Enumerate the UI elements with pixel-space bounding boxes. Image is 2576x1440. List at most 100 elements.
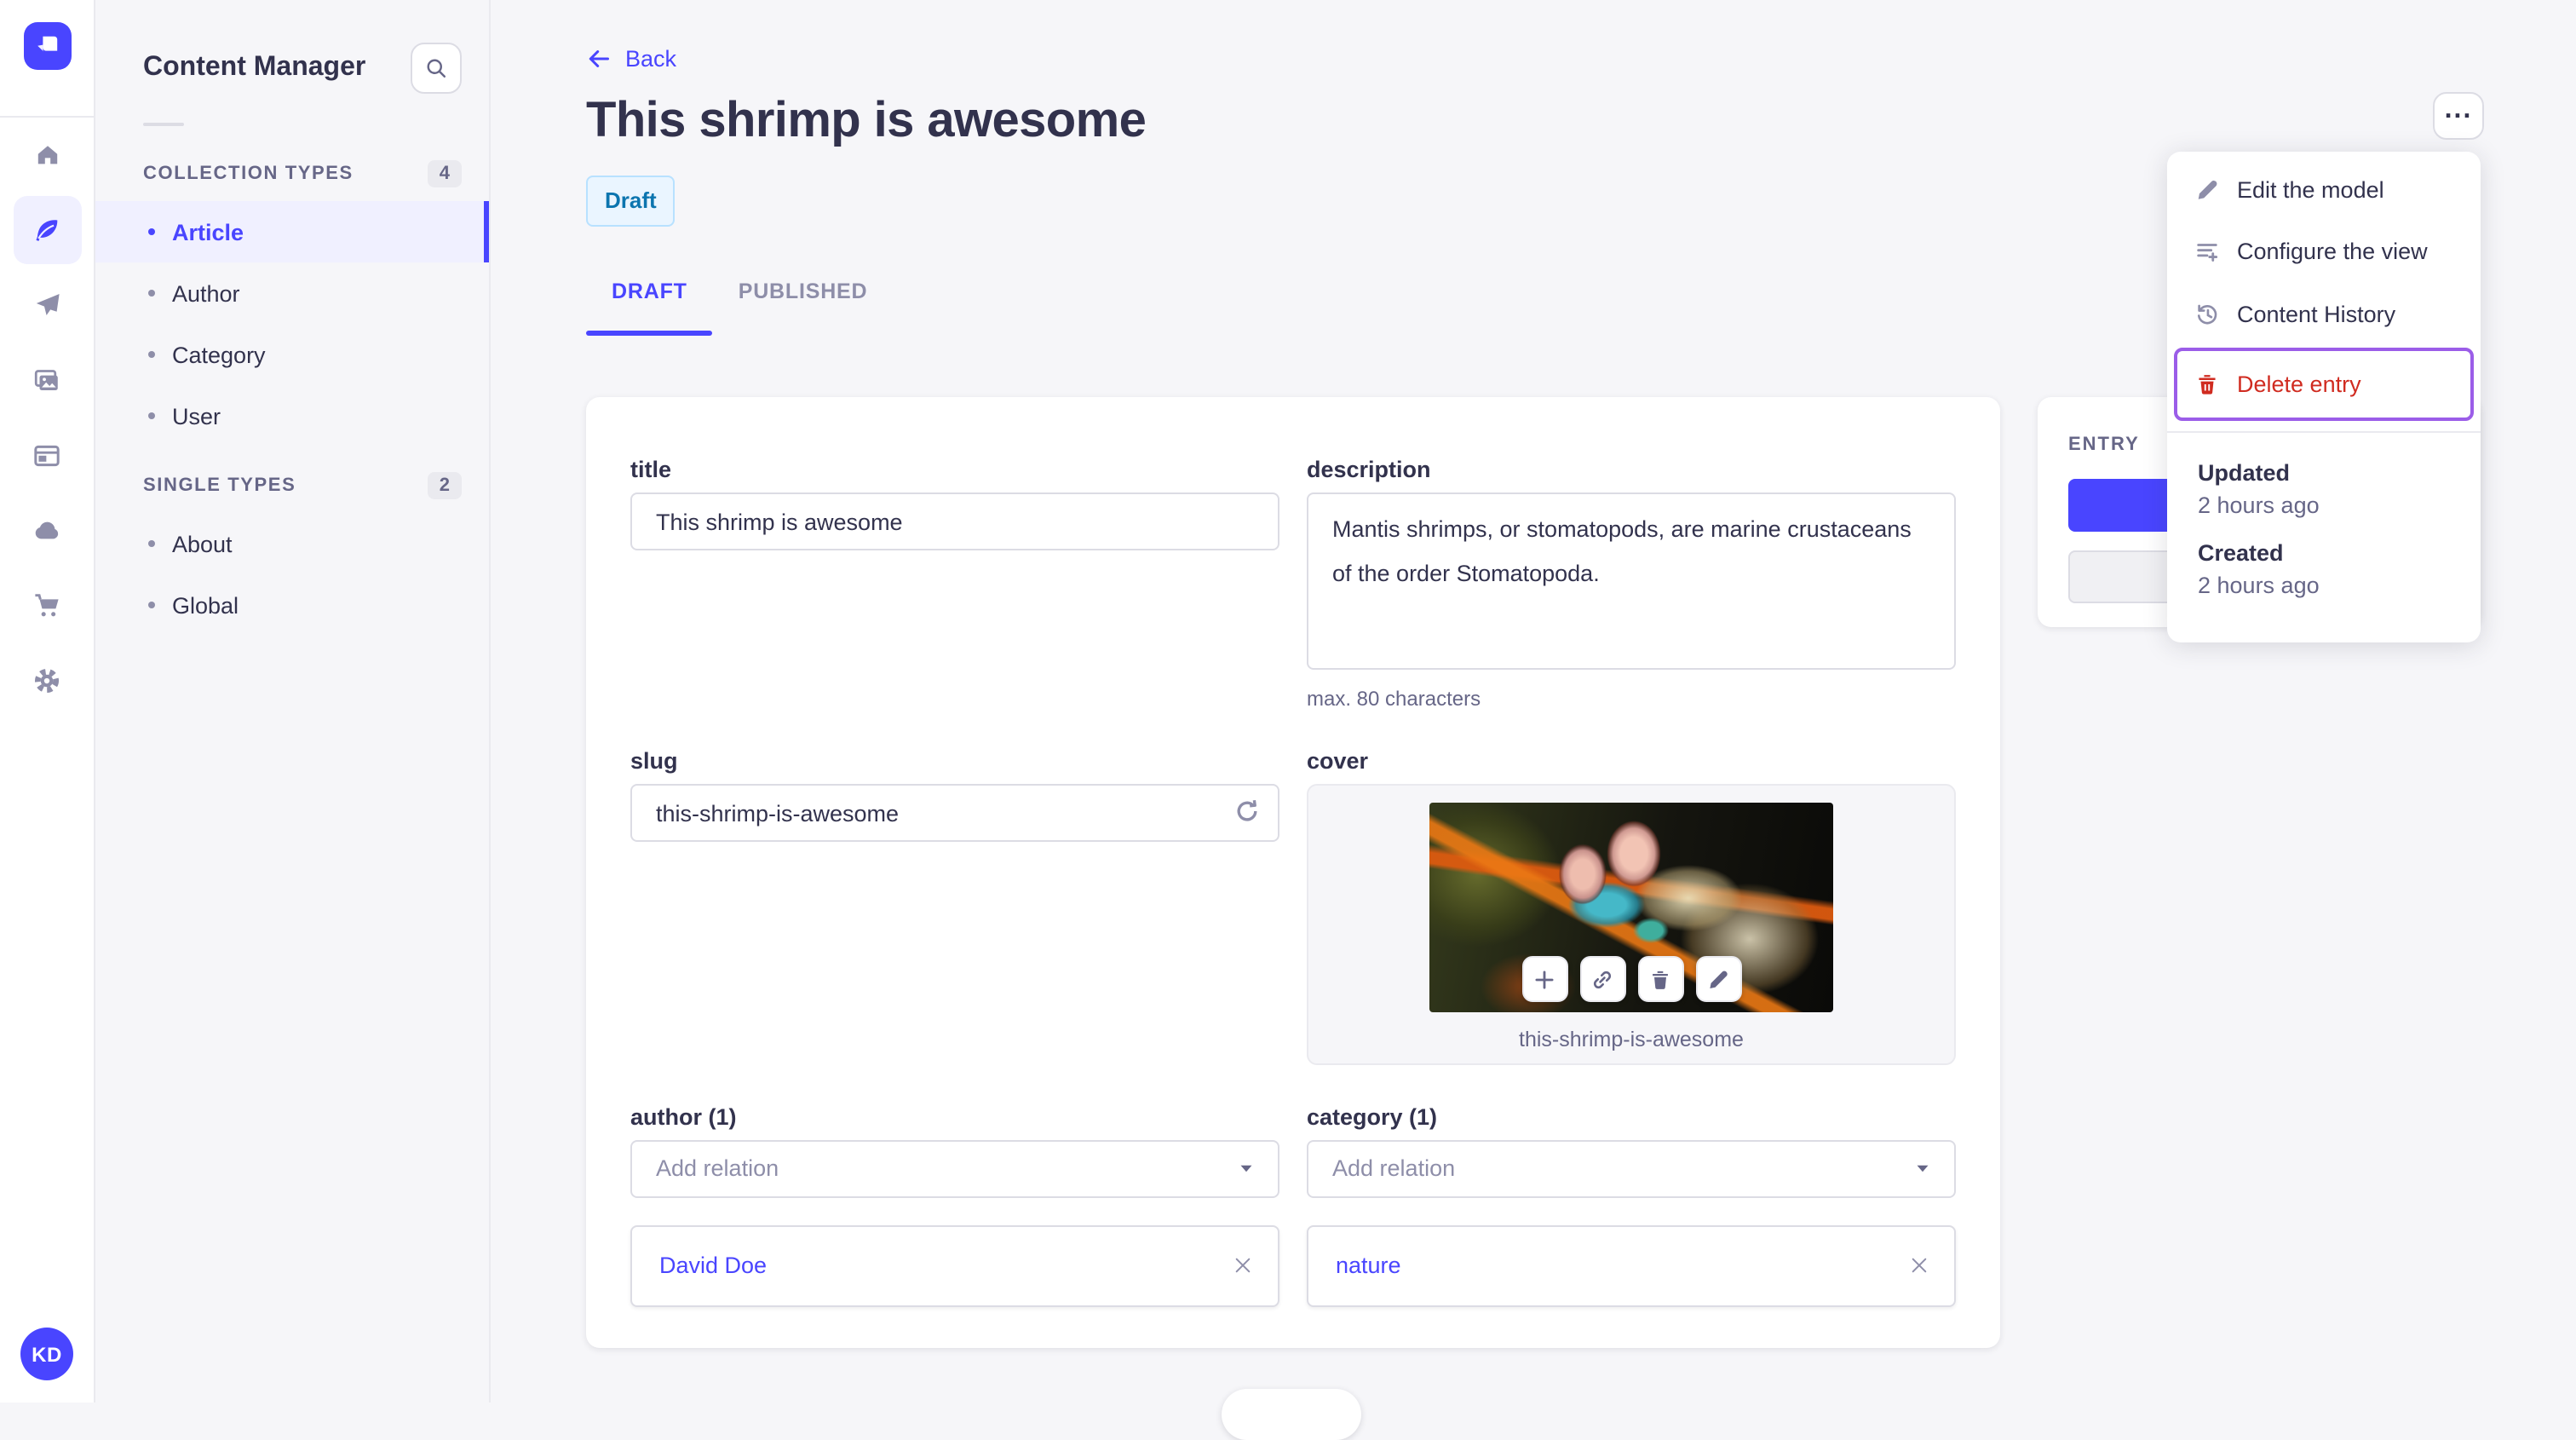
bottom-floating-pill[interactable] bbox=[1222, 1389, 1361, 1440]
bullet-icon bbox=[148, 228, 155, 235]
deploy-cloud-icon[interactable] bbox=[13, 496, 81, 564]
sidebar-item-author[interactable]: Author bbox=[95, 262, 489, 324]
cover-label: cover bbox=[1307, 748, 1369, 775]
sidebar-item-category[interactable]: Category bbox=[95, 324, 489, 385]
sidebar-item-about[interactable]: About bbox=[95, 513, 489, 574]
single-types-count-badge: 2 bbox=[427, 472, 462, 499]
author-label: author (1) bbox=[630, 1103, 737, 1130]
entry-timestamps: Updated 2 hours ago Created 2 hours ago bbox=[2167, 432, 2481, 642]
trash-icon bbox=[2194, 371, 2220, 396]
bullet-icon bbox=[148, 602, 155, 608]
sidebar-item-label: Author bbox=[172, 280, 240, 306]
content-type-builder-icon[interactable] bbox=[13, 421, 81, 489]
version-tabs: DRAFT PUBLISHED bbox=[586, 279, 893, 336]
bullet-icon bbox=[148, 540, 155, 547]
slug-label: slug bbox=[630, 748, 678, 775]
regenerate-icon bbox=[1237, 800, 1257, 822]
releases-plane-icon[interactable] bbox=[13, 271, 81, 339]
chevron-down-icon bbox=[1240, 1166, 1252, 1172]
sidebar-item-article[interactable]: Article bbox=[95, 201, 489, 262]
single-types-section: SINGLE TYPES 2 About Global bbox=[95, 470, 489, 636]
relation-link-nature[interactable]: nature bbox=[1336, 1253, 1401, 1278]
arrow-left-icon bbox=[589, 50, 609, 67]
cover-filename: this-shrimp-is-awesome bbox=[1519, 1028, 1744, 1052]
sidebar-item-label: About bbox=[172, 531, 233, 556]
description-label: description bbox=[1307, 457, 1431, 482]
sidebar-item-label: Global bbox=[172, 592, 239, 618]
sidebar-item-label: Article bbox=[172, 219, 244, 245]
list-plus-icon bbox=[2194, 239, 2220, 265]
more-actions-button[interactable]: ... bbox=[2433, 92, 2484, 140]
collection-types-count-badge: 4 bbox=[427, 160, 462, 187]
slug-input[interactable] bbox=[630, 784, 1279, 843]
menu-item-label: Content History bbox=[2237, 301, 2396, 327]
menu-item-delete-entry[interactable]: Delete entry bbox=[2177, 350, 2470, 417]
collection-types-section: COLLECTION TYPES 4 Article Author Catego… bbox=[95, 158, 489, 446]
more-actions-menu: Edit the model Configure the view Conten… bbox=[2167, 152, 2481, 642]
tab-draft[interactable]: DRAFT bbox=[586, 279, 714, 336]
search-icon bbox=[427, 59, 446, 78]
edit-asset-icon bbox=[1710, 971, 1728, 988]
delete-asset-icon bbox=[1653, 971, 1668, 989]
close-icon bbox=[1912, 1259, 1927, 1273]
content-manager-feather-icon[interactable] bbox=[13, 196, 81, 264]
updated-label: Updated bbox=[2198, 459, 2290, 485]
description-helper: max. 80 characters bbox=[1307, 687, 1481, 711]
description-textarea[interactable]: Mantis shrimps, or stomatopods, are mari… bbox=[1307, 492, 1956, 670]
remove-relation-button[interactable] bbox=[1908, 1254, 1930, 1276]
category-field: category (1) Add relation nature bbox=[1307, 1103, 1956, 1307]
add-asset-icon bbox=[1535, 971, 1554, 989]
copy-link-button[interactable] bbox=[1579, 956, 1625, 1003]
status-badge: Draft bbox=[586, 176, 676, 228]
media-library-icon[interactable] bbox=[13, 346, 81, 414]
menu-item-content-history[interactable]: Content History bbox=[2167, 283, 2481, 345]
single-types-label: SINGLE TYPES bbox=[143, 475, 296, 496]
collection-types-label: COLLECTION TYPES bbox=[143, 164, 354, 184]
marketplace-cart-icon[interactable] bbox=[13, 571, 81, 639]
back-label: Back bbox=[625, 46, 677, 72]
title-label: title bbox=[630, 457, 672, 482]
sidebar-item-global[interactable]: Global bbox=[95, 574, 489, 636]
category-label: category (1) bbox=[1307, 1103, 1438, 1130]
user-avatar[interactable]: KD bbox=[20, 1328, 73, 1380]
created-value: 2 hours ago bbox=[2198, 572, 2320, 597]
author-relation-select[interactable]: Add relation bbox=[630, 1139, 1279, 1198]
entry-form-card: title description Mantis shrimps, or sto… bbox=[586, 397, 2000, 1348]
cover-image[interactable] bbox=[1429, 803, 1833, 1013]
sidebar-item-label: Category bbox=[172, 342, 266, 367]
slug-field: slug bbox=[630, 749, 1279, 1067]
menu-item-configure-the-view[interactable]: Configure the view bbox=[2167, 221, 2481, 283]
edit-asset-button[interactable] bbox=[1695, 956, 1741, 1003]
strapi-logo[interactable] bbox=[23, 22, 71, 70]
bullet-icon bbox=[148, 290, 155, 297]
created-label: Created bbox=[2198, 539, 2284, 565]
bullet-icon bbox=[148, 351, 155, 358]
sidebar-item-user[interactable]: User bbox=[95, 385, 489, 446]
menu-item-label: Delete entry bbox=[2237, 371, 2361, 396]
search-button[interactable] bbox=[411, 43, 462, 94]
close-icon bbox=[1235, 1259, 1251, 1273]
tab-published[interactable]: PUBLISHED bbox=[713, 279, 894, 336]
title-field: title bbox=[630, 457, 1279, 711]
logo-container bbox=[0, 0, 94, 118]
cover-field: cover this-shrimp-is-awesome bbox=[1307, 749, 1956, 1067]
relation-link-david-doe[interactable]: David Doe bbox=[659, 1253, 767, 1278]
copy-link-icon bbox=[1593, 971, 1612, 988]
add-asset-button[interactable] bbox=[1521, 956, 1567, 1003]
updated-value: 2 hours ago bbox=[2198, 492, 2320, 517]
settings-gear-icon[interactable] bbox=[13, 646, 81, 714]
delete-asset-button[interactable] bbox=[1637, 956, 1683, 1003]
content-manager-subnav: Content Manager COLLECTION TYPES 4 Artic… bbox=[95, 0, 491, 1403]
cover-asset-box: this-shrimp-is-awesome bbox=[1307, 784, 1956, 1066]
category-relation-item: nature bbox=[1307, 1224, 1956, 1307]
title-input[interactable] bbox=[630, 492, 1279, 550]
category-relation-select[interactable]: Add relation bbox=[1307, 1139, 1956, 1198]
menu-item-label: Edit the model bbox=[2237, 176, 2384, 203]
menu-item-edit-the-model[interactable]: Edit the model bbox=[2167, 158, 2481, 221]
remove-relation-button[interactable] bbox=[1232, 1254, 1254, 1276]
home-icon[interactable] bbox=[13, 121, 81, 189]
regenerate-slug-button[interactable] bbox=[1232, 797, 1262, 827]
category-select-placeholder: Add relation bbox=[1332, 1155, 1456, 1182]
back-link[interactable]: Back bbox=[586, 46, 676, 72]
author-relation-item: David Doe bbox=[630, 1224, 1279, 1307]
